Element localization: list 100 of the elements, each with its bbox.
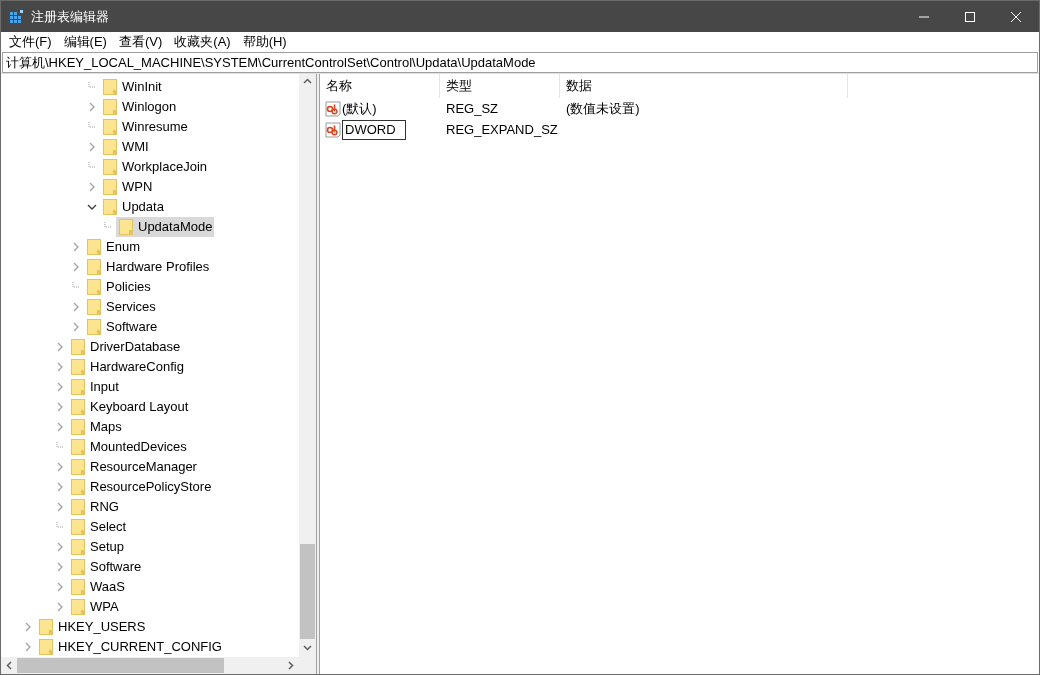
chevron-right-icon[interactable] <box>57 582 63 592</box>
tree-item[interactable]: DriverDatabase <box>68 337 183 357</box>
tree-item[interactable]: Software <box>68 557 144 577</box>
folder-icon <box>102 78 118 96</box>
folder-icon <box>70 518 86 536</box>
tree-item[interactable]: Input <box>68 377 121 397</box>
folder-icon <box>70 358 86 376</box>
scroll-up-icon[interactable] <box>303 78 312 84</box>
tree-item[interactable]: MountedDevices <box>68 437 189 457</box>
tree-item[interactable]: WPA <box>68 597 121 617</box>
chevron-right-icon[interactable] <box>57 502 63 512</box>
folder-icon <box>102 138 118 156</box>
chevron-right-icon[interactable] <box>25 642 31 652</box>
tree-item[interactable]: WaaS <box>68 577 127 597</box>
menu-item[interactable]: 收藏夹(A) <box>168 32 237 52</box>
folder-icon <box>86 258 102 276</box>
tree-item[interactable]: Winlogon <box>100 97 179 117</box>
chevron-right-icon[interactable] <box>89 142 95 152</box>
scrollbar-thumb[interactable] <box>17 658 224 673</box>
tree-item[interactable]: Setup <box>68 537 126 557</box>
value-name: (默认) <box>342 99 377 118</box>
tree-item[interactable]: Policies <box>84 277 153 297</box>
chevron-right-icon[interactable] <box>57 542 63 552</box>
chevron-right-icon[interactable] <box>57 462 63 472</box>
tree-item[interactable]: ResourceManager <box>68 457 199 477</box>
folder-icon <box>86 278 102 296</box>
folder-icon <box>70 558 86 576</box>
menu-item[interactable]: 帮助(H) <box>236 32 293 52</box>
chevron-down-icon[interactable] <box>87 204 97 210</box>
tree-item[interactable]: RNG <box>68 497 121 517</box>
chevron-right-icon[interactable] <box>25 622 31 632</box>
tree-item[interactable]: WorkplaceJoin <box>100 157 210 177</box>
tree-item[interactable]: WinInit <box>100 77 164 97</box>
folder-icon <box>70 478 86 496</box>
tree-item[interactable]: Updata <box>100 197 166 217</box>
chevron-right-icon[interactable] <box>57 402 63 412</box>
folder-icon <box>70 418 86 436</box>
scroll-down-icon[interactable] <box>303 645 312 651</box>
chevron-right-icon[interactable] <box>57 362 63 372</box>
tree-item[interactable]: ResourcePolicyStore <box>68 477 214 497</box>
chevron-right-icon[interactable] <box>57 562 63 572</box>
string-value-icon <box>325 121 341 138</box>
column-header[interactable]: 类型 <box>440 74 560 98</box>
tree-item[interactable]: Select <box>68 517 129 537</box>
folder-icon <box>70 458 86 476</box>
menu-item[interactable]: 文件(F) <box>3 32 58 52</box>
folder-icon <box>70 538 86 556</box>
folder-icon <box>86 318 102 336</box>
tree-item[interactable]: HKEY_CURRENT_CONFIG <box>36 637 224 657</box>
tree-item[interactable]: Hardware Profiles <box>84 257 212 277</box>
value-type: REG_SZ <box>446 100 498 116</box>
column-header[interactable]: 数据 <box>560 74 848 98</box>
tree-item[interactable]: HardwareConfig <box>68 357 186 377</box>
folder-icon <box>70 598 86 616</box>
chevron-right-icon[interactable] <box>57 602 63 612</box>
folder-icon <box>102 118 118 136</box>
maximize-icon <box>965 11 975 22</box>
scroll-left-icon[interactable] <box>6 661 12 670</box>
chevron-right-icon[interactable] <box>89 102 95 112</box>
folder-icon <box>70 378 86 396</box>
folder-icon <box>102 198 118 216</box>
tree-item[interactable]: Software <box>84 317 160 337</box>
column-header[interactable]: 名称 <box>320 74 440 98</box>
scrollbar-thumb[interactable] <box>300 544 315 639</box>
rename-field[interactable]: DWORD <box>342 119 406 140</box>
address-path: 计算机\HKEY_LOCAL_MACHINE\SYSTEM\CurrentControlSet\Control\Updata\UpdataMode <box>6 53 536 72</box>
chevron-right-icon[interactable] <box>73 302 79 312</box>
value-type: REG_EXPAND_SZ <box>446 121 558 137</box>
chevron-right-icon[interactable] <box>57 422 63 432</box>
folder-icon <box>70 398 86 416</box>
menu-item[interactable]: 编辑(E) <box>57 32 113 52</box>
tree-item[interactable]: Services <box>84 297 158 317</box>
horizontal-scrollbar[interactable] <box>1 657 316 674</box>
tree-item[interactable]: WPN <box>100 177 155 197</box>
chevron-right-icon[interactable] <box>73 242 79 252</box>
menu-item[interactable]: 查看(V) <box>112 32 169 52</box>
string-value-icon <box>325 100 341 117</box>
chevron-right-icon[interactable] <box>73 262 79 272</box>
chevron-right-icon[interactable] <box>89 182 95 192</box>
value-data: (数值未设置) <box>566 100 640 116</box>
tree-item[interactable]: Winresume <box>100 117 190 137</box>
tree-item[interactable]: UpdataMode <box>116 217 215 237</box>
scroll-right-icon[interactable] <box>288 661 294 670</box>
tree-item[interactable]: Keyboard Layout <box>68 397 191 417</box>
vertical-scrollbar[interactable] <box>299 74 316 657</box>
chevron-right-icon[interactable] <box>57 342 63 352</box>
folder-icon <box>118 218 134 236</box>
chevron-right-icon[interactable] <box>57 382 63 392</box>
folder-icon <box>38 618 54 636</box>
close-icon <box>1011 11 1021 22</box>
chevron-right-icon[interactable] <box>57 482 63 492</box>
address-bar[interactable]: 计算机\HKEY_LOCAL_MACHINE\SYSTEM\CurrentControlSet\Control\Updata\UpdataMode <box>2 52 1038 73</box>
chevron-right-icon[interactable] <box>73 322 79 332</box>
tree-item[interactable]: WMI <box>100 137 151 157</box>
tree-item[interactable]: HKEY_USERS <box>36 617 148 637</box>
folder-icon <box>70 578 86 596</box>
folder-icon <box>86 298 102 316</box>
tree-item[interactable]: Enum <box>84 237 142 257</box>
tree-item[interactable]: Maps <box>68 417 124 437</box>
folder-icon <box>70 498 86 516</box>
